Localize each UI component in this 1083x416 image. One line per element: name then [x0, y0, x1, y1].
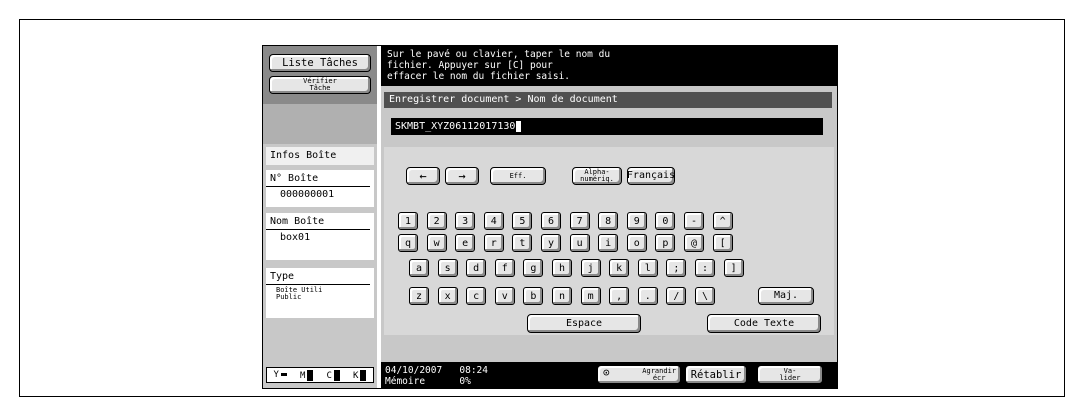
- right-arrow-button[interactable]: →: [445, 167, 479, 185]
- key-row1-6[interactable]: 7: [569, 212, 590, 230]
- key-row1-10[interactable]: -: [684, 212, 704, 230]
- bottom-button-bar: ⊙ Agrandir écr Rétablir Va- lider: [581, 362, 837, 388]
- key-row3-3[interactable]: f: [494, 259, 515, 277]
- document-name-value: SKMBT_XYZ06112017130: [395, 121, 516, 132]
- enlarge-display-label: Agrandir écr: [642, 366, 676, 382]
- key-row4-2[interactable]: c: [466, 287, 487, 305]
- key-row2-2[interactable]: e: [455, 234, 476, 252]
- toner-m: M: [300, 369, 314, 381]
- toner-y: Y: [274, 370, 287, 380]
- text-cursor: [516, 120, 522, 132]
- toner-c: C: [327, 369, 340, 381]
- key-row2-3[interactable]: r: [483, 234, 504, 252]
- memory-label: Mémoire: [385, 376, 426, 387]
- key-row4-8[interactable]: .: [637, 287, 658, 305]
- key-row3-11[interactable]: ]: [723, 259, 744, 277]
- key-row2-9[interactable]: p: [655, 234, 676, 252]
- breadcrumb: Enregistrer document > Nom de document: [384, 92, 832, 108]
- key-row4-1[interactable]: x: [437, 287, 458, 305]
- key-row3-4[interactable]: g: [523, 259, 544, 277]
- instruction-message: Sur le pavé ou clavier, taper le nom du …: [381, 46, 837, 86]
- validate-button[interactable]: Va- lider: [757, 365, 823, 384]
- job-list-button[interactable]: Liste Tâches: [269, 54, 371, 72]
- keyboard-bottom-area: [384, 338, 834, 360]
- enlarge-display-button[interactable]: ⊙ Agrandir écr: [597, 365, 681, 384]
- key-row1-5[interactable]: 6: [541, 212, 561, 230]
- key-row3-8[interactable]: l: [637, 259, 658, 277]
- box-type-card: Type Boîte Utili Public: [266, 268, 374, 318]
- key-row3-7[interactable]: k: [609, 259, 630, 277]
- key-row1-9[interactable]: 0: [655, 212, 676, 230]
- key-row4-3[interactable]: v: [494, 287, 515, 305]
- key-row3-9[interactable]: ;: [666, 259, 687, 277]
- box-info-header: Infos Boîte: [266, 147, 374, 165]
- key-row3-5[interactable]: h: [552, 259, 572, 277]
- key-row2-11[interactable]: [: [712, 234, 733, 252]
- key-row2-4[interactable]: t: [512, 234, 533, 252]
- key-row2-1[interactable]: w: [426, 234, 447, 252]
- key-row1-1[interactable]: 2: [426, 212, 447, 230]
- key-row2-6[interactable]: u: [569, 234, 590, 252]
- language-button[interactable]: Français: [627, 167, 675, 185]
- box-number-card: N° Boîte 000000001: [266, 170, 374, 207]
- status-date: 04/10/2007: [385, 365, 443, 376]
- key-row2-0[interactable]: q: [398, 234, 418, 252]
- key-row4-6[interactable]: m: [580, 287, 601, 305]
- toner-indicator: Y M C K: [266, 367, 374, 383]
- left-panel-separator: [263, 104, 377, 144]
- key-row2-10[interactable]: @: [684, 234, 704, 252]
- check-job-button[interactable]: Vérifier Tâche: [269, 76, 371, 94]
- box-type-label: Type: [266, 268, 370, 285]
- box-type-value: Boîte Utili Public: [276, 286, 323, 301]
- key-row3-2[interactable]: d: [466, 259, 487, 277]
- document-name-input[interactable]: SKMBT_XYZ06112017130: [391, 118, 823, 135]
- magnify-icon: ⊙: [603, 366, 610, 379]
- box-name-label: Nom Boîte: [266, 213, 370, 230]
- memory-value: 0%: [459, 376, 471, 387]
- box-number-label: N° Boîte: [266, 170, 370, 187]
- space-key[interactable]: Espace: [527, 314, 641, 333]
- key-row1-11[interactable]: ^: [712, 212, 733, 230]
- status-time: 08:24: [459, 365, 488, 376]
- alphanumeric-button[interactable]: Alpha- numériq.: [572, 167, 622, 185]
- key-row1-0[interactable]: 1: [398, 212, 418, 230]
- key-row3-6[interactable]: j: [580, 259, 601, 277]
- left-panel: Liste Tâches Vérifier Tâche Infos Boîte …: [263, 46, 377, 388]
- left-panel-empty: [263, 322, 377, 367]
- key-row1-4[interactable]: 5: [512, 212, 533, 230]
- key-row3-1[interactable]: s: [437, 259, 458, 277]
- control-panel-screen: Liste Tâches Vérifier Tâche Infos Boîte …: [262, 45, 838, 389]
- key-row4-9[interactable]: /: [666, 287, 687, 305]
- key-row4-4[interactable]: b: [523, 287, 544, 305]
- box-name-card: Nom Boîte box01: [266, 213, 374, 260]
- box-name-value: box01: [280, 232, 311, 243]
- key-row2-5[interactable]: y: [541, 234, 561, 252]
- status-area: 04/10/2007 08:24 Mémoire 0%: [381, 362, 581, 388]
- key-row3-10[interactable]: :: [695, 259, 715, 277]
- key-row1-7[interactable]: 8: [598, 212, 619, 230]
- box-number-value: 000000001: [280, 189, 335, 200]
- key-row4-7[interactable]: ,: [609, 287, 630, 305]
- right-panel: Enregistrer document > Nom de document S…: [381, 86, 837, 380]
- key-row1-8[interactable]: 9: [626, 212, 647, 230]
- key-row1-2[interactable]: 3: [455, 212, 476, 230]
- shift-key[interactable]: Maj.: [758, 287, 814, 305]
- key-row2-8[interactable]: o: [626, 234, 647, 252]
- reset-button[interactable]: Rétablir: [685, 365, 747, 384]
- text-code-button[interactable]: Code Texte: [707, 314, 821, 333]
- toner-k: K: [353, 369, 367, 381]
- keyboard-area: ← → Eff. Alpha- numériq. Français Maj. E…: [384, 147, 834, 335]
- left-arrow-button[interactable]: ←: [406, 167, 440, 185]
- key-row4-10[interactable]: \: [695, 287, 715, 305]
- key-row3-0[interactable]: a: [409, 259, 429, 277]
- key-row1-3[interactable]: 4: [483, 212, 504, 230]
- key-row2-7[interactable]: i: [598, 234, 619, 252]
- key-row4-0[interactable]: z: [409, 287, 429, 305]
- erase-button[interactable]: Eff.: [490, 167, 546, 185]
- key-row4-5[interactable]: n: [552, 287, 572, 305]
